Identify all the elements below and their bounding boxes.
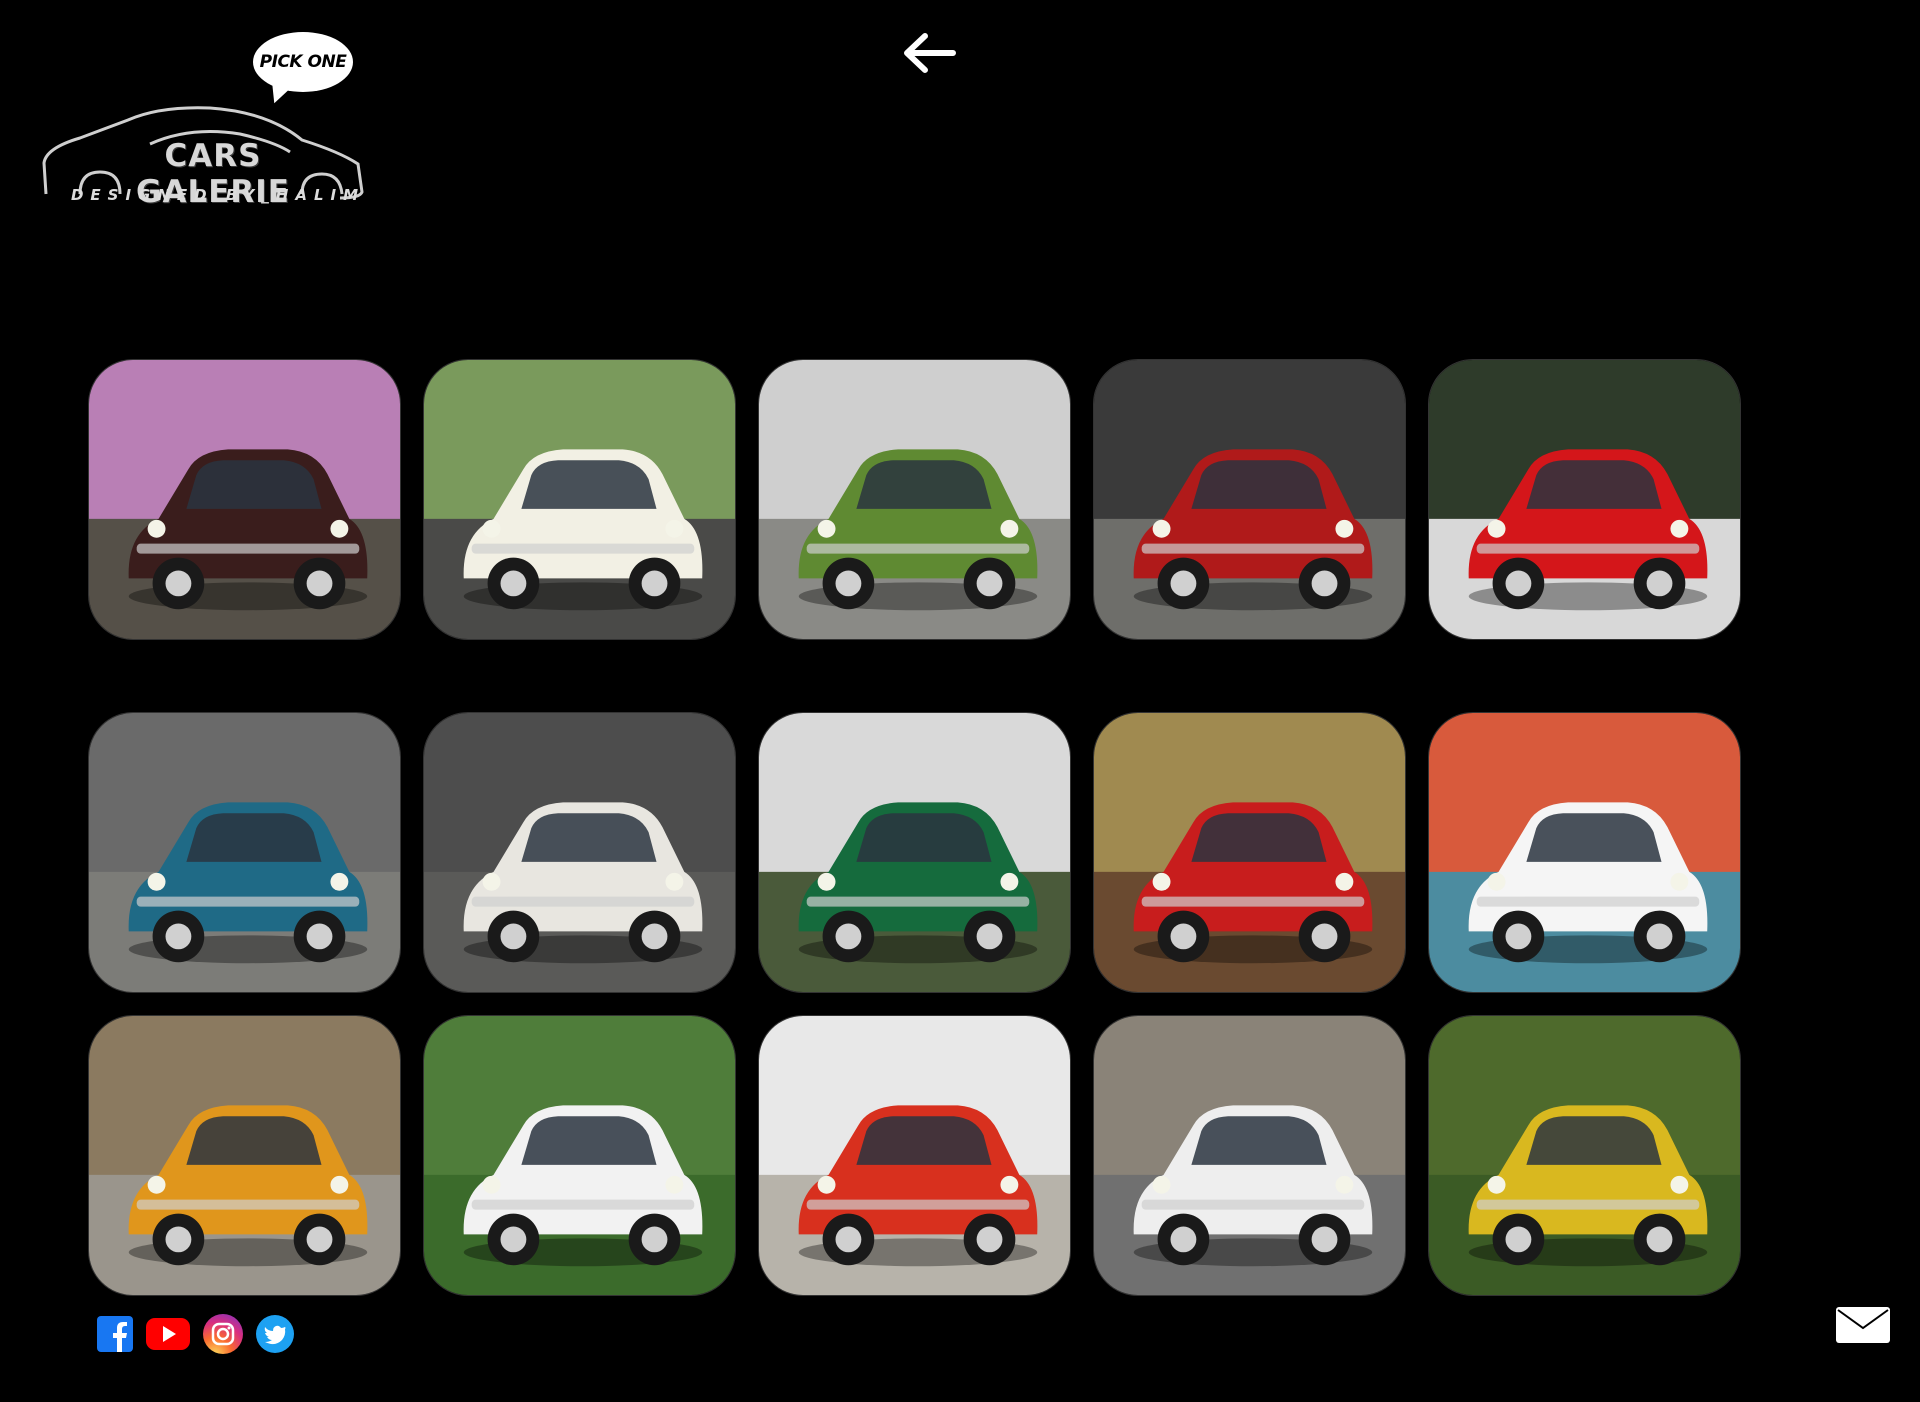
gallery-tile-fiat-126-red-garage[interactable] [1093,359,1406,640]
social-links [96,1313,295,1355]
site-logo[interactable]: PICK ONE CARS GALERIE DESIGNED BY_HALIM [40,28,370,213]
arrow-left-icon[interactable] [899,28,959,78]
car-photo [1429,1016,1740,1295]
car-photo [759,713,1070,992]
gallery-tile-fiat-punto-red[interactable] [758,1015,1071,1296]
car-photo [1429,713,1740,992]
gallery-tile-fiat-500-red-basket-rear[interactable] [1093,712,1406,993]
mail-icon[interactable] [1835,1306,1891,1344]
facebook-icon[interactable] [96,1315,134,1353]
instagram-icon[interactable] [202,1313,244,1355]
car-photo [1094,713,1405,992]
twitter-icon[interactable] [255,1314,295,1354]
gallery-tile-fiat-600-multipla-green[interactable] [758,712,1071,993]
car-photo [424,360,735,639]
car-photo [1094,1016,1405,1295]
gallery-tile-fiat-seicento-sunset[interactable] [88,359,401,640]
gallery-tile-fiat-500c-white-parking[interactable] [423,712,736,993]
gallery-tile-fiat-500c-white-basket[interactable] [423,1015,736,1296]
car-photo [89,1016,400,1295]
gallery-tile-fiat-126-green[interactable] [758,359,1071,640]
gallery-tile-fiat-500c-white-cobblestone[interactable] [1093,1015,1406,1296]
car-photo [759,1016,1070,1295]
designer-credit: DESIGNED BY_HALIM [70,186,366,204]
gallery-tile-fiat-500-blue-basket[interactable] [88,712,401,993]
car-photo [759,360,1070,639]
car-photo [1429,360,1740,639]
youtube-icon[interactable] [145,1317,191,1351]
gallery-tile-fiat-500c-white-harbor[interactable] [1428,712,1741,993]
car-photo [424,1016,735,1295]
car-photo [424,713,735,992]
gallery-tile-fiat-500-red-classic[interactable] [1428,359,1741,640]
car-photo [89,713,400,992]
gallery-tile-fiat-500-jolly-white[interactable] [423,359,736,640]
car-photo [1094,360,1405,639]
gallery-tile-fiat-126-yellow[interactable] [1428,1015,1741,1296]
car-photo [89,360,400,639]
gallery-tile-fiat-500-orange-church[interactable] [88,1015,401,1296]
